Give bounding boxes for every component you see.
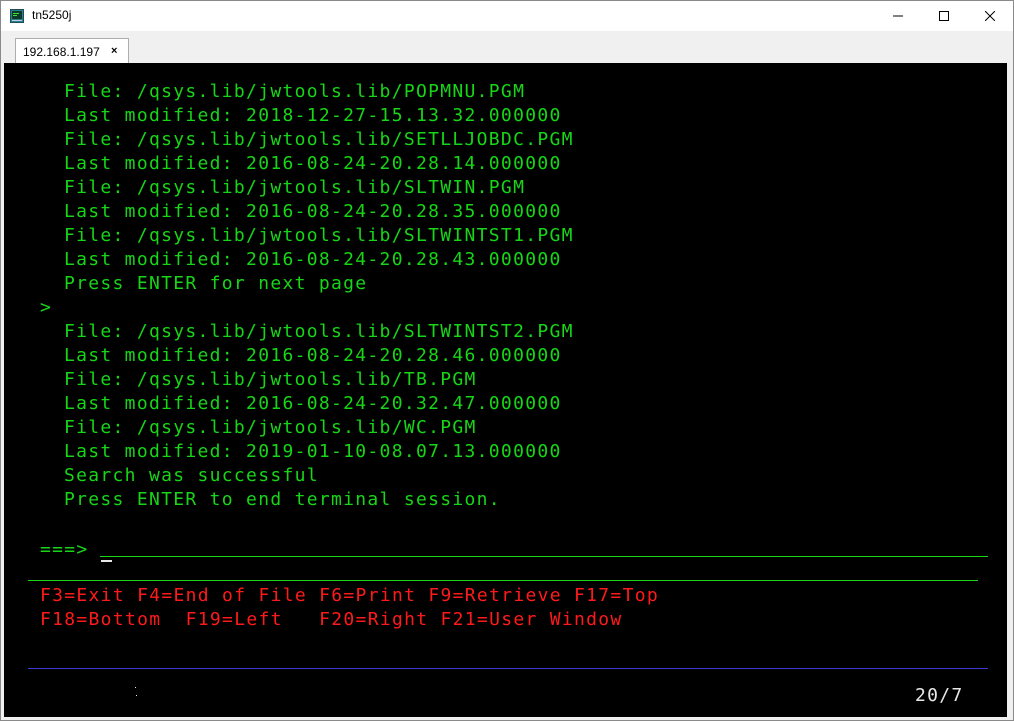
output-line: File: /qsys.lib/jwtools.lib/SLTWINTST2.P… <box>64 321 574 342</box>
terminal-screen[interactable]: File: /qsys.lib/jwtools.lib/POPMNU.PGM L… <box>4 63 1007 717</box>
cursor-position: 20/7 <box>915 685 964 706</box>
output-line: File: /qsys.lib/jwtools.lib/SLTWINTST1.P… <box>64 225 574 246</box>
output-line: Last modified: 2019-01-10-08.07.13.00000… <box>64 441 562 462</box>
output-line: Last modified: 2016-08-24-20.28.14.00000… <box>64 153 562 174</box>
minimize-icon <box>893 15 903 17</box>
output-line: Last modified: 2018-12-27-15.13.32.00000… <box>64 105 562 126</box>
output-line: File: /qsys.lib/jwtools.lib/WC.PGM <box>64 417 477 438</box>
output-line: File: /qsys.lib/jwtools.lib/POPMNU.PGM <box>64 81 526 102</box>
window-title: tn5250j <box>32 8 72 22</box>
output-line: File: /qsys.lib/jwtools.lib/SETLLJOBDC.P… <box>64 129 574 150</box>
text-cursor <box>101 560 112 562</box>
output-line: Press ENTER to end terminal session. <box>64 489 501 510</box>
output-line: Last modified: 2016-08-24-20.28.35.00000… <box>64 201 562 222</box>
maximize-icon <box>939 11 949 21</box>
output-line: File: /qsys.lib/jwtools.lib/SLTWIN.PGM <box>64 177 526 198</box>
output-line: Last modified: 2016-08-24-20.28.46.00000… <box>64 345 562 366</box>
minimize-button[interactable] <box>875 1 921 31</box>
title-bar[interactable]: tn5250j <box>1 1 1013 31</box>
tab-label: 192.168.1.197 <box>23 45 100 59</box>
close-icon <box>985 11 995 21</box>
status-indicator <box>135 687 136 688</box>
output-line: File: /qsys.lib/jwtools.lib/TB.PGM <box>64 369 477 390</box>
status-indicator <box>136 695 137 696</box>
status-divider <box>28 668 988 669</box>
function-keys-row-2[interactable]: F18=Bottom F19=Left F20=Right F21=User W… <box>40 609 623 631</box>
output-line: Last modified: 2016-08-24-20.28.43.00000… <box>64 249 562 270</box>
session-tab-strip: 192.168.1.197 × <box>1 31 1013 64</box>
output-line: > <box>40 297 53 318</box>
output-line: Last modified: 2016-08-24-20.32.47.00000… <box>64 393 562 414</box>
close-button[interactable] <box>967 1 1013 31</box>
output-line: Search was successful <box>64 465 319 486</box>
tn5250j-app-icon <box>10 9 24 23</box>
function-key-divider <box>28 580 978 581</box>
output-line: Press ENTER for next page <box>64 273 368 294</box>
maximize-button[interactable] <box>921 1 967 31</box>
command-prompt: ===> <box>40 539 89 560</box>
function-keys-row-1[interactable]: F3=Exit F4=End of File F6=Print F9=Retri… <box>40 585 659 607</box>
tab-session[interactable]: 192.168.1.197 × <box>15 38 129 64</box>
app-window: tn5250j 192.168.1.197 × File: /qsys.lib/… <box>0 0 1014 721</box>
command-input-field[interactable] <box>100 556 988 557</box>
tab-close-icon[interactable]: × <box>111 45 117 57</box>
